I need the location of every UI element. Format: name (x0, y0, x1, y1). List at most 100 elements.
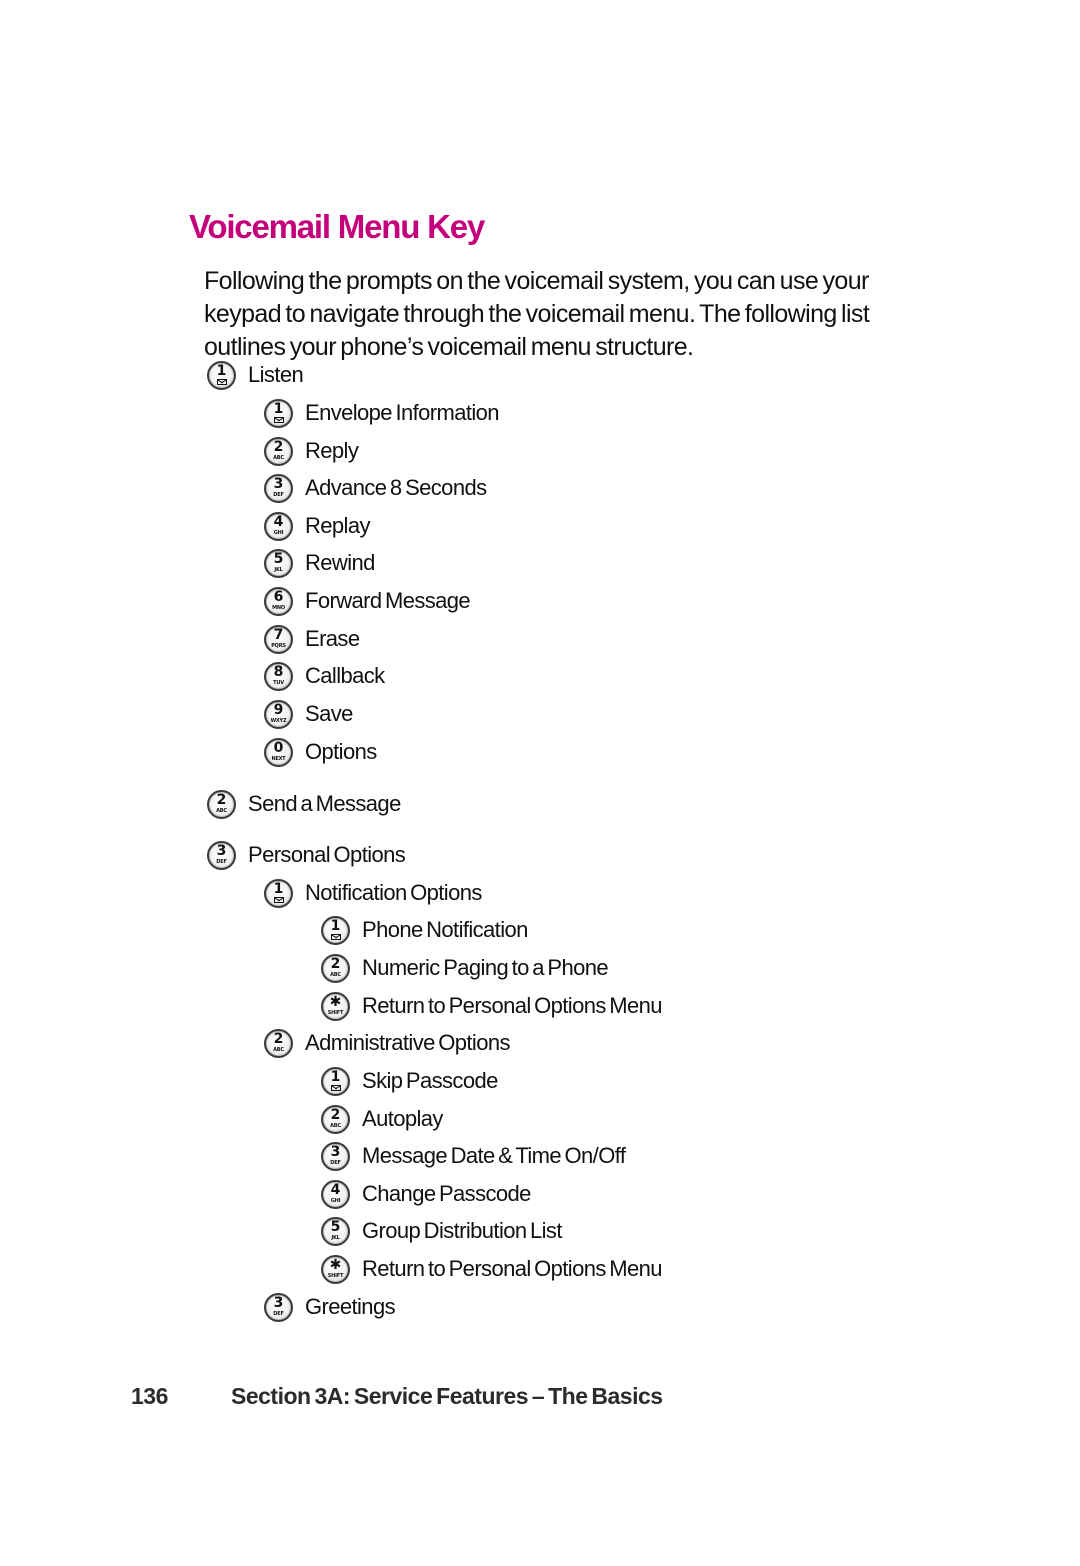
key-letters: JKL (274, 566, 283, 573)
key-digit: ✱ (329, 1256, 342, 1273)
menu-item: 8 TUV Callback (264, 660, 385, 692)
key-digit: 2 (216, 791, 227, 808)
key-digit: ✱ (329, 993, 342, 1010)
menu-item-label: Options (305, 739, 377, 764)
key-digit: 4 (273, 513, 284, 530)
menu-item-label: Return to Personal Options Menu (362, 993, 663, 1018)
key-5-icon: 5 JKL (264, 548, 293, 578)
key-digit: 2 (273, 1030, 284, 1047)
key-digit: 4 (330, 1181, 341, 1198)
key-2-icon: 2 ABC (264, 1028, 293, 1058)
key-digit: 1 (273, 880, 284, 897)
menu-item: 1 Notification Options (264, 877, 482, 909)
key-letters: GHI (330, 1197, 341, 1204)
menu-item-label: Reply (305, 438, 359, 463)
menu-item-label: Return to Personal Options Menu (362, 1256, 663, 1281)
menu-item: 1 Listen (207, 359, 304, 391)
menu-item-label: Notification Options (305, 880, 482, 905)
key-8-icon: 8 TUV (264, 661, 293, 691)
key-digit: 1 (216, 362, 227, 379)
menu-item-label: Autoplay (362, 1106, 443, 1131)
menu-item: 1 Envelope Information (264, 397, 500, 429)
key-letters: SHIFT (327, 1272, 344, 1279)
key-digit: 1 (330, 1068, 341, 1085)
key-letters: ABC (273, 1046, 284, 1053)
envelope-icon: 1 (207, 360, 236, 390)
key-digit: 5 (273, 550, 284, 567)
key-4-icon: 4 GHI (264, 511, 293, 541)
key-digit: 9 (273, 701, 284, 718)
key-6-icon: 6 MNO (264, 586, 293, 616)
key-star-icon: ✱ SHIFT (321, 1254, 350, 1284)
menu-item-label: Personal Options (248, 842, 406, 867)
envelope-icon: 1 (264, 398, 293, 428)
key-2-icon: 2 ABC (207, 789, 236, 819)
key-digit: 3 (273, 1294, 284, 1311)
menu-item: 0 NEXT Options (264, 736, 377, 768)
key-letters: ABC (216, 807, 227, 814)
menu-item: 2 ABC Numeric Paging to a Phone (321, 952, 609, 984)
key-digit: 3 (330, 1143, 341, 1160)
menu-item-label: Numeric Paging to a Phone (362, 955, 609, 980)
envelope-icon: 1 (264, 878, 293, 908)
menu-item-label: Save (305, 701, 353, 726)
key-2-icon: 2 ABC (321, 1104, 350, 1134)
menu-item-label: Replay (305, 513, 370, 538)
page-number: 136 (131, 1383, 168, 1409)
key-star-icon: ✱ SHIFT (321, 991, 350, 1021)
menu-item-label: Send a Message (248, 791, 401, 816)
envelope-icon: 1 (321, 1066, 350, 1096)
key-2-icon: 2 ABC (264, 436, 293, 466)
key-letters: MNO (272, 604, 285, 611)
menu-item-label: Listen (248, 362, 304, 387)
key-letters: SHIFT (327, 1009, 344, 1016)
key-digit: 1 (330, 917, 341, 934)
menu-item-label: Envelope Information (305, 400, 500, 425)
key-7-icon: 7 PQRS (264, 624, 293, 654)
menu-item: 6 MNO Forward Message (264, 585, 471, 617)
key-digit: 2 (273, 438, 284, 455)
menu-item-label: Group Distribution List (362, 1218, 562, 1243)
menu-item: 7 PQRS Erase (264, 623, 360, 655)
key-letters: GHI (273, 529, 284, 536)
envelope-glyph (217, 378, 227, 385)
key-digit: 3 (273, 475, 284, 492)
menu-item-label: Administrative Options (305, 1030, 510, 1055)
menu-item: 4 GHI Change Passcode (321, 1178, 531, 1210)
key-digit: 7 (273, 626, 284, 643)
key-letters: TUV (273, 679, 284, 686)
key-letters: ABC (330, 1122, 341, 1129)
key-3-icon: 3 DEF (321, 1141, 350, 1171)
menu-item-label: Greetings (305, 1294, 396, 1319)
menu-item: 5 JKL Rewind (264, 547, 375, 579)
menu-item-label: Erase (305, 626, 360, 651)
menu-item-label: Skip Passcode (362, 1068, 498, 1093)
envelope-glyph (274, 416, 284, 423)
key-letters: NEXT (271, 755, 286, 762)
key-digit: 6 (273, 588, 284, 605)
menu-item-label: Change Passcode (362, 1181, 531, 1206)
menu-item: 1 Skip Passcode (321, 1065, 498, 1097)
voicemail-menu-tree: 1 Listen 1 Envelope Information 2 ABC Reply 3 DE… (0, 0, 1080, 1566)
key-5-icon: 5 JKL (321, 1216, 350, 1246)
envelope-glyph (331, 1084, 341, 1091)
key-digit: 5 (330, 1218, 341, 1235)
menu-item: 2 ABC Reply (264, 435, 359, 467)
menu-item: 3 DEF Greetings (264, 1291, 396, 1323)
menu-item: 4 GHI Replay (264, 510, 370, 542)
key-digit: 2 (330, 955, 341, 972)
menu-item: 1 Phone Notification (321, 914, 528, 946)
key-letters: ABC (330, 971, 341, 978)
key-3-icon: 3 DEF (264, 473, 293, 503)
key-letters: ABC (273, 454, 284, 461)
menu-item: 5 JKL Group Distribution List (321, 1215, 562, 1247)
menu-item: ✱ SHIFT Return to Personal Options Menu (321, 990, 663, 1022)
menu-item-label: Forward Message (305, 588, 471, 613)
key-digit: 3 (216, 842, 227, 859)
key-digit: 8 (273, 663, 284, 680)
key-letters: WXYZ (270, 717, 287, 724)
section-title: Section 3A: Service Features – The Basic… (231, 1383, 663, 1409)
menu-item: 9 WXYZ Save (264, 698, 353, 730)
key-letters: DEF (273, 1310, 284, 1317)
menu-item-label: Phone Notification (362, 917, 528, 942)
